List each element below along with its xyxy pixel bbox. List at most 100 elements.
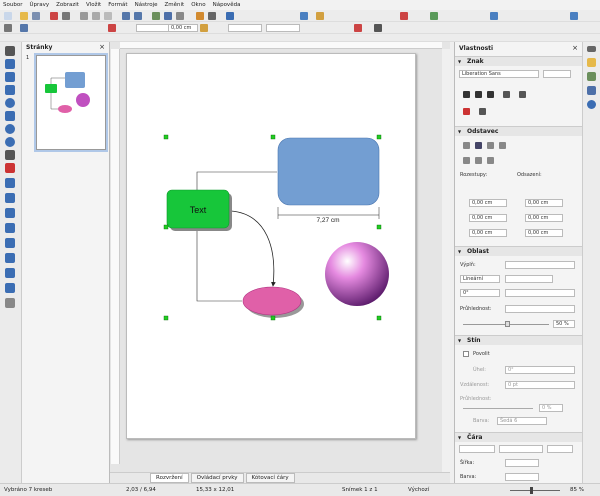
tab-dimension-lines[interactable]: Kótovací čáry (245, 473, 295, 483)
vertical-scrollbar[interactable] (442, 49, 450, 472)
connector-top[interactable] (196, 171, 277, 191)
tab-layout[interactable]: Rozvržení (150, 473, 189, 483)
drawing-page[interactable]: 7,27 cm Text (126, 53, 416, 439)
shadow-transparency-slider[interactable] (463, 408, 533, 409)
table-icon[interactable] (176, 12, 184, 20)
menu-help[interactable]: Nápověda (213, 2, 241, 8)
first-line-field[interactable]: 0,00 cm (525, 229, 563, 237)
shadow-color-field[interactable]: Šedá 6 (497, 417, 547, 425)
curved-connector[interactable] (226, 208, 276, 287)
blue-rounded-rectangle[interactable] (277, 137, 380, 206)
open-icon[interactable] (20, 12, 28, 20)
oval-tool-icon[interactable] (5, 137, 15, 147)
area-transparency-value[interactable]: 50 % (553, 320, 575, 328)
print-icon[interactable] (62, 12, 70, 20)
spacing-above-field[interactable]: 0,00 cm (469, 199, 507, 207)
fill-style-field[interactable] (505, 261, 575, 269)
section-character[interactable]: Znak (455, 56, 583, 66)
line-style-icon[interactable] (20, 24, 28, 32)
section-area[interactable]: Oblast (455, 246, 583, 256)
shadow-icon[interactable] (354, 24, 362, 32)
distribute-icon[interactable] (490, 12, 498, 20)
gradient-options[interactable] (505, 289, 575, 297)
cut-icon[interactable] (80, 12, 88, 20)
block-arrows-icon[interactable] (5, 238, 15, 248)
flip-icon[interactable] (570, 12, 578, 20)
navigator-icon[interactable] (587, 100, 596, 109)
gradient-angle-field[interactable]: 0° (460, 289, 500, 297)
purple-sphere[interactable] (325, 242, 389, 306)
line-color-select[interactable] (505, 473, 539, 481)
shadow-text-icon[interactable] (519, 91, 526, 98)
menu-icon[interactable] (587, 46, 596, 52)
highlight-icon[interactable] (479, 108, 486, 115)
shadow-distance-field[interactable]: 0 pt (505, 381, 575, 389)
fill-select[interactable] (266, 24, 300, 32)
line-arrow-field[interactable] (499, 445, 543, 453)
gradient-select[interactable] (505, 275, 553, 283)
line-style-field[interactable] (459, 445, 495, 453)
section-paragraph[interactable]: Odstavec (455, 126, 583, 136)
section-shadow[interactable]: Stín (455, 335, 583, 345)
menu-format[interactable]: Formát (108, 2, 127, 8)
selection-handle[interactable] (270, 315, 276, 321)
pink-ellipse[interactable] (242, 286, 302, 316)
stars-icon[interactable] (5, 283, 15, 293)
menu-window[interactable]: Okno (191, 2, 205, 8)
shapes-icon[interactable] (226, 12, 234, 20)
align-middle-icon[interactable] (475, 157, 482, 164)
group-icon[interactable] (430, 12, 438, 20)
paste-icon[interactable] (104, 12, 112, 20)
align-right-icon[interactable] (487, 142, 494, 149)
area-style-select[interactable] (228, 24, 262, 32)
area-transparency-select[interactable] (505, 305, 575, 313)
line-spacing-field[interactable]: 0,00 cm (469, 229, 507, 237)
menu-edit[interactable]: Úpravy (29, 2, 49, 8)
line-style-select[interactable] (136, 24, 170, 32)
new-icon[interactable] (4, 12, 12, 20)
align-left-icon[interactable] (463, 142, 470, 149)
save-icon[interactable] (32, 12, 40, 20)
area-transparency-thumb[interactable] (505, 321, 510, 327)
shadow-transparency-value[interactable]: 0 % (539, 404, 563, 412)
selection-handle[interactable] (376, 315, 382, 321)
selection-handle[interactable] (376, 224, 382, 230)
line-width-field[interactable]: 0,00 cm (168, 24, 198, 32)
justify-icon[interactable] (499, 142, 506, 149)
select-icon[interactable] (5, 46, 15, 56)
zoom-icon[interactable] (4, 24, 12, 32)
redo-icon[interactable] (134, 12, 142, 20)
tab-controls[interactable]: Ovládací prvky (190, 473, 244, 483)
line-width-select[interactable] (505, 459, 539, 467)
basic-shapes-icon[interactable] (5, 208, 15, 218)
align-center-icon[interactable] (475, 142, 482, 149)
selection-handle[interactable] (163, 315, 169, 321)
flowchart-icon[interactable] (5, 253, 15, 263)
align-icon[interactable] (300, 12, 308, 20)
italic-icon[interactable] (475, 91, 482, 98)
underline-icon[interactable] (487, 91, 494, 98)
menu-insert[interactable]: Vložit (86, 2, 101, 8)
text-box-icon[interactable] (208, 12, 216, 20)
menu-modify[interactable]: Změnit (165, 2, 185, 8)
strikethrough-icon[interactable] (503, 91, 510, 98)
indent-before-field[interactable]: 0,00 cm (525, 199, 563, 207)
font-name-field[interactable]: Liberation Sans (459, 70, 539, 78)
zoom-thumb[interactable] (530, 487, 533, 494)
section-line[interactable]: Čára (455, 432, 583, 442)
fill-type-select[interactable]: Lineární (460, 275, 500, 283)
align-top-icon[interactable] (463, 157, 470, 164)
line-end-field[interactable] (547, 445, 573, 453)
fontwork-icon[interactable] (196, 12, 204, 20)
zoom-slider[interactable] (510, 490, 560, 491)
selection-handle[interactable] (270, 134, 276, 140)
shadow-enable-checkbox[interactable] (463, 351, 469, 357)
close-icon[interactable]: × (99, 43, 105, 51)
undo-icon[interactable] (122, 12, 130, 20)
spacing-below-field[interactable]: 0,00 cm (469, 214, 507, 222)
line-color-icon[interactable] (108, 24, 116, 32)
line-tool-icon[interactable] (5, 59, 15, 69)
styles-icon[interactable] (587, 72, 596, 81)
arrange-icon[interactable] (400, 12, 408, 20)
menu-file[interactable]: Soubor (3, 2, 22, 8)
